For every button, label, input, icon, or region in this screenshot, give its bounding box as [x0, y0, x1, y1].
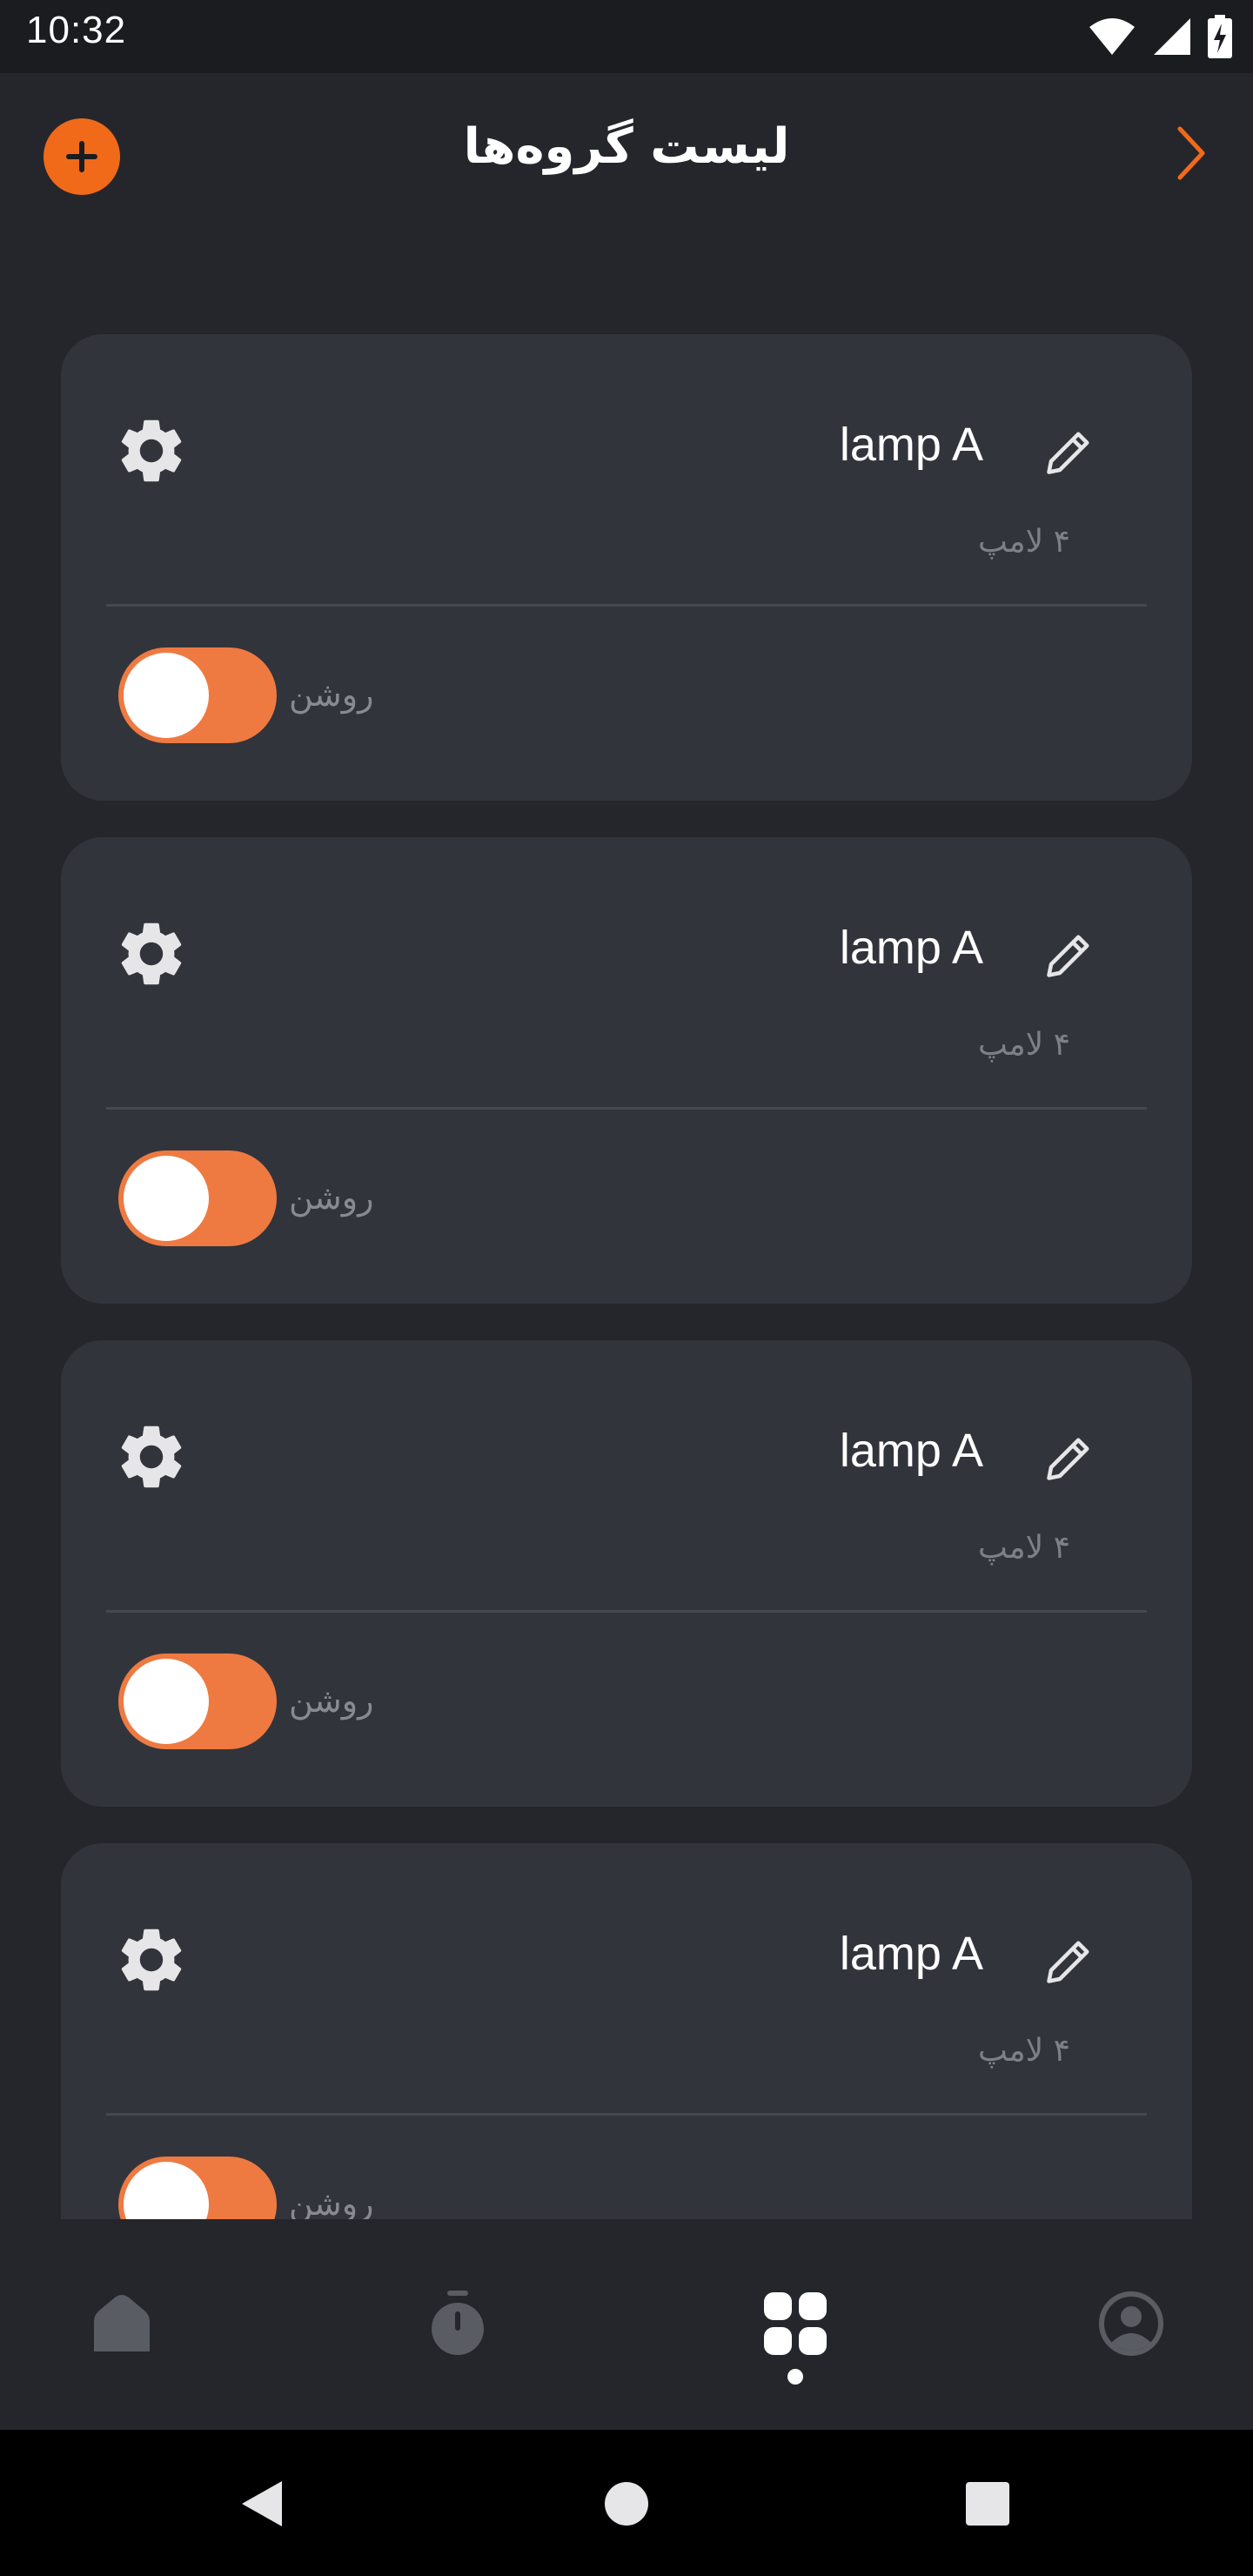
edit-pencil-icon[interactable] — [1042, 929, 1095, 982]
group-list[interactable]: lamp A ۴ لامپ روشن lamp A ۴ لامپ روشن la… — [0, 238, 1253, 2219]
nav-groups[interactable] — [757, 2285, 834, 2362]
power-toggle[interactable] — [118, 1654, 277, 1749]
active-indicator-dot — [787, 2369, 803, 2385]
profile-icon — [1099, 2291, 1163, 2356]
back-button[interactable] — [1159, 122, 1222, 184]
home-icon — [94, 2295, 150, 2351]
gear-icon[interactable] — [113, 1922, 190, 1998]
toggle-state-label: روشن — [289, 2184, 374, 2219]
lamp-count: ۴ لامپ — [978, 2033, 1070, 2069]
toggle-state-label: روشن — [289, 675, 374, 714]
divider — [106, 2113, 1147, 2116]
group-name: lamp A — [839, 1425, 983, 1477]
triangle-back-icon — [242, 2481, 282, 2526]
nav-profile[interactable] — [1093, 2285, 1169, 2362]
toggle-state-label: روشن — [289, 1178, 374, 1217]
edit-pencil-icon[interactable] — [1042, 1935, 1095, 1988]
battery-icon — [1208, 15, 1232, 58]
timer-icon — [432, 2291, 484, 2355]
power-toggle[interactable] — [118, 647, 277, 743]
status-time: 10:32 — [26, 9, 127, 51]
chevron-right-icon — [1177, 126, 1205, 180]
toggle-knob — [124, 1156, 209, 1241]
edit-pencil-icon[interactable] — [1042, 1432, 1095, 1485]
group-name: lamp A — [839, 922, 983, 974]
square-recents-icon — [966, 2482, 1009, 2526]
lamp-count: ۴ لامپ — [978, 1027, 1070, 1063]
system-nav-bar — [0, 2430, 1253, 2576]
wifi-icon — [1089, 18, 1135, 55]
group-card[interactable]: lamp A ۴ لامپ روشن — [61, 837, 1192, 1304]
system-back-button[interactable] — [231, 2473, 291, 2534]
edit-pencil-icon[interactable] — [1042, 426, 1095, 479]
toggle-state-label: روشن — [289, 1681, 374, 1720]
divider — [106, 604, 1147, 607]
groups-icon — [764, 2292, 827, 2355]
power-toggle[interactable] — [118, 1150, 277, 1246]
gear-icon[interactable] — [113, 916, 190, 992]
divider — [106, 1107, 1147, 1110]
signal-icon — [1154, 18, 1190, 55]
group-card[interactable]: lamp A ۴ لامپ روشن — [61, 1843, 1192, 2219]
toggle-knob — [124, 1659, 209, 1744]
lamp-count: ۴ لامپ — [978, 524, 1070, 560]
system-home-button[interactable] — [596, 2473, 657, 2534]
app-header: لیست گروه‌ها — [0, 73, 1253, 238]
gear-icon[interactable] — [113, 413, 190, 489]
lamp-count: ۴ لامپ — [978, 1530, 1070, 1566]
toggle-knob — [124, 2162, 209, 2219]
group-card[interactable]: lamp A ۴ لامپ روشن — [61, 1340, 1192, 1807]
status-icons — [1088, 14, 1232, 59]
group-card[interactable]: lamp A ۴ لامپ روشن — [61, 334, 1192, 801]
page-title: لیست گروه‌ها — [463, 118, 790, 175]
nav-timer[interactable] — [419, 2285, 496, 2362]
nav-home[interactable] — [84, 2285, 160, 2362]
group-name: lamp A — [839, 419, 983, 471]
group-name: lamp A — [839, 1928, 983, 1980]
power-toggle[interactable] — [118, 2157, 277, 2219]
bottom-nav — [0, 2219, 1253, 2430]
status-bar: 10:32 — [0, 0, 1253, 73]
gear-icon[interactable] — [113, 1419, 190, 1495]
toggle-knob — [124, 653, 209, 738]
circle-home-icon — [605, 2482, 648, 2526]
divider — [106, 1610, 1147, 1613]
system-recents-button[interactable] — [957, 2473, 1018, 2534]
